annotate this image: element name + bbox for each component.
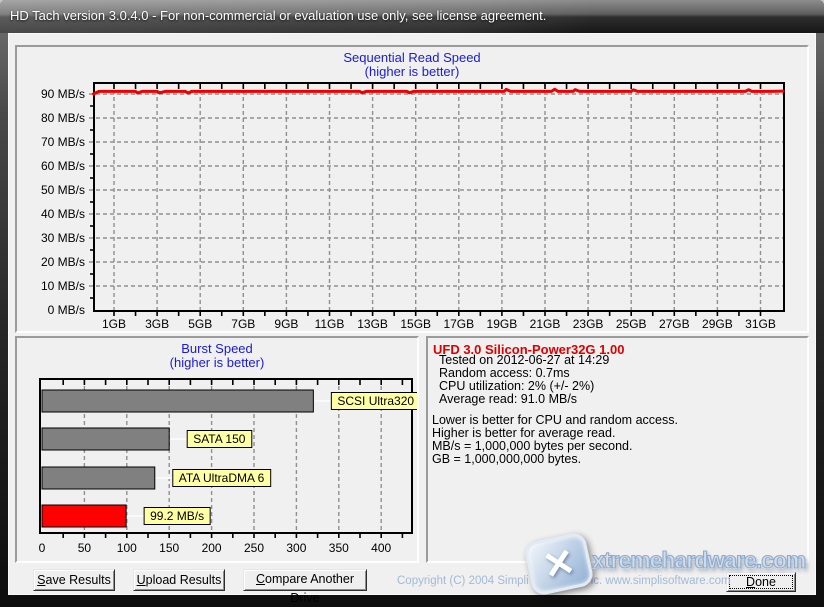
svg-text:3GB: 3GB	[145, 317, 169, 331]
average-read-line: Average read: 91.0 MB/s	[439, 392, 578, 406]
svg-text:80 MB/s: 80 MB/s	[41, 111, 85, 125]
svg-text:23GB: 23GB	[573, 317, 604, 331]
svg-text:10 MB/s: 10 MB/s	[41, 279, 85, 293]
svg-text:400: 400	[371, 541, 391, 555]
svg-text:1GB: 1GB	[102, 317, 126, 331]
svg-text:100: 100	[117, 541, 137, 555]
svg-text:60 MB/s: 60 MB/s	[41, 159, 85, 173]
svg-text:19GB: 19GB	[487, 317, 518, 331]
compare-another-drive-button[interactable]: Compare Another Drive	[243, 569, 367, 605]
note-line: Lower is better for CPU and random acces…	[432, 413, 678, 427]
random-access-line: Random access: 0.7ms	[439, 366, 570, 380]
sequential-read-chart: 0 MB/s 10 MB/s 20 MB/s 30 MB/s 40 MB/s 50 MB/…	[41, 82, 785, 331]
note-line: GB = 1,000,000,000 bytes.	[432, 452, 582, 466]
content-area: Sequential Read Speed (higher is better)…	[8, 33, 816, 605]
svg-text:11GB: 11GB	[315, 317, 345, 331]
burst-speed-chart: SCSI Ultra320 SATA 150 ATA UltraDMA 6 99.2 …	[39, 378, 417, 555]
svg-text:20 MB/s: 20 MB/s	[41, 255, 85, 269]
svg-text:0: 0	[39, 541, 46, 555]
svg-text:21GB: 21GB	[530, 317, 561, 331]
note-line: Higher is better for average read.	[432, 426, 616, 440]
titlebar[interactable]: HD Tach version 3.0.4.0 - For non-commer…	[0, 0, 824, 33]
svg-text:90 MB/s: 90 MB/s	[41, 87, 85, 101]
svg-text:13GB: 13GB	[357, 317, 388, 331]
tested-on-line: Tested on 2012-06-27 at 14:29	[439, 353, 610, 367]
burst-speed-panel: Burst Speed (higher is better) SCSI Ultr…	[15, 336, 419, 563]
save-results-button[interactable]: Save Results	[33, 569, 115, 591]
svg-text:300: 300	[286, 541, 306, 555]
svg-text:27GB: 27GB	[659, 317, 690, 331]
svg-text:250: 250	[244, 541, 264, 555]
window-title: HD Tach version 3.0.4.0 - For non-commer…	[10, 8, 547, 23]
cpu-utilization-line: CPU utilization: 2% (+/- 2%)	[439, 379, 595, 393]
svg-text:40 MB/s: 40 MB/s	[41, 207, 85, 221]
svg-text:17GB: 17GB	[443, 317, 474, 331]
svg-text:30 MB/s: 30 MB/s	[41, 231, 85, 245]
svg-text:200: 200	[202, 541, 222, 555]
svg-text:50 MB/s: 50 MB/s	[41, 183, 85, 197]
svg-text:350: 350	[329, 541, 349, 555]
svg-text:7GB: 7GB	[231, 317, 255, 331]
svg-text:0 MB/s: 0 MB/s	[48, 303, 85, 317]
svg-text:5GB: 5GB	[188, 317, 212, 331]
note-line: MB/s = 1,000,000 bytes per second.	[432, 439, 633, 453]
svg-text:SATA 150: SATA 150	[193, 432, 246, 446]
svg-text:50: 50	[78, 541, 92, 555]
svg-text:150: 150	[159, 541, 179, 555]
svg-text:25GB: 25GB	[616, 317, 647, 331]
svg-text:29GB: 29GB	[702, 317, 733, 331]
svg-text:15GB: 15GB	[400, 317, 431, 331]
svg-text:99.2 MB/s: 99.2 MB/s	[150, 509, 204, 523]
svg-text:70 MB/s: 70 MB/s	[41, 135, 85, 149]
svg-text:9GB: 9GB	[274, 317, 298, 331]
hdtach-window: HD Tach version 3.0.4.0 - For non-commer…	[0, 0, 824, 607]
done-button[interactable]: Done	[726, 572, 796, 592]
sequential-read-panel: Sequential Read Speed (higher is better)…	[15, 45, 809, 333]
upload-results-button[interactable]: Upload Results	[133, 569, 225, 591]
svg-text:31GB: 31GB	[745, 317, 776, 331]
drive-info-panel: UFD 3.0 Silicon-Power32G 1.00 Tested on …	[426, 336, 809, 563]
svg-text:SCSI Ultra320: SCSI Ultra320	[337, 394, 414, 408]
svg-text:ATA UltraDMA 6: ATA UltraDMA 6	[179, 471, 265, 485]
copyright-text: Copyright (C) 2004 Simpli Software, Inc.…	[397, 575, 731, 587]
